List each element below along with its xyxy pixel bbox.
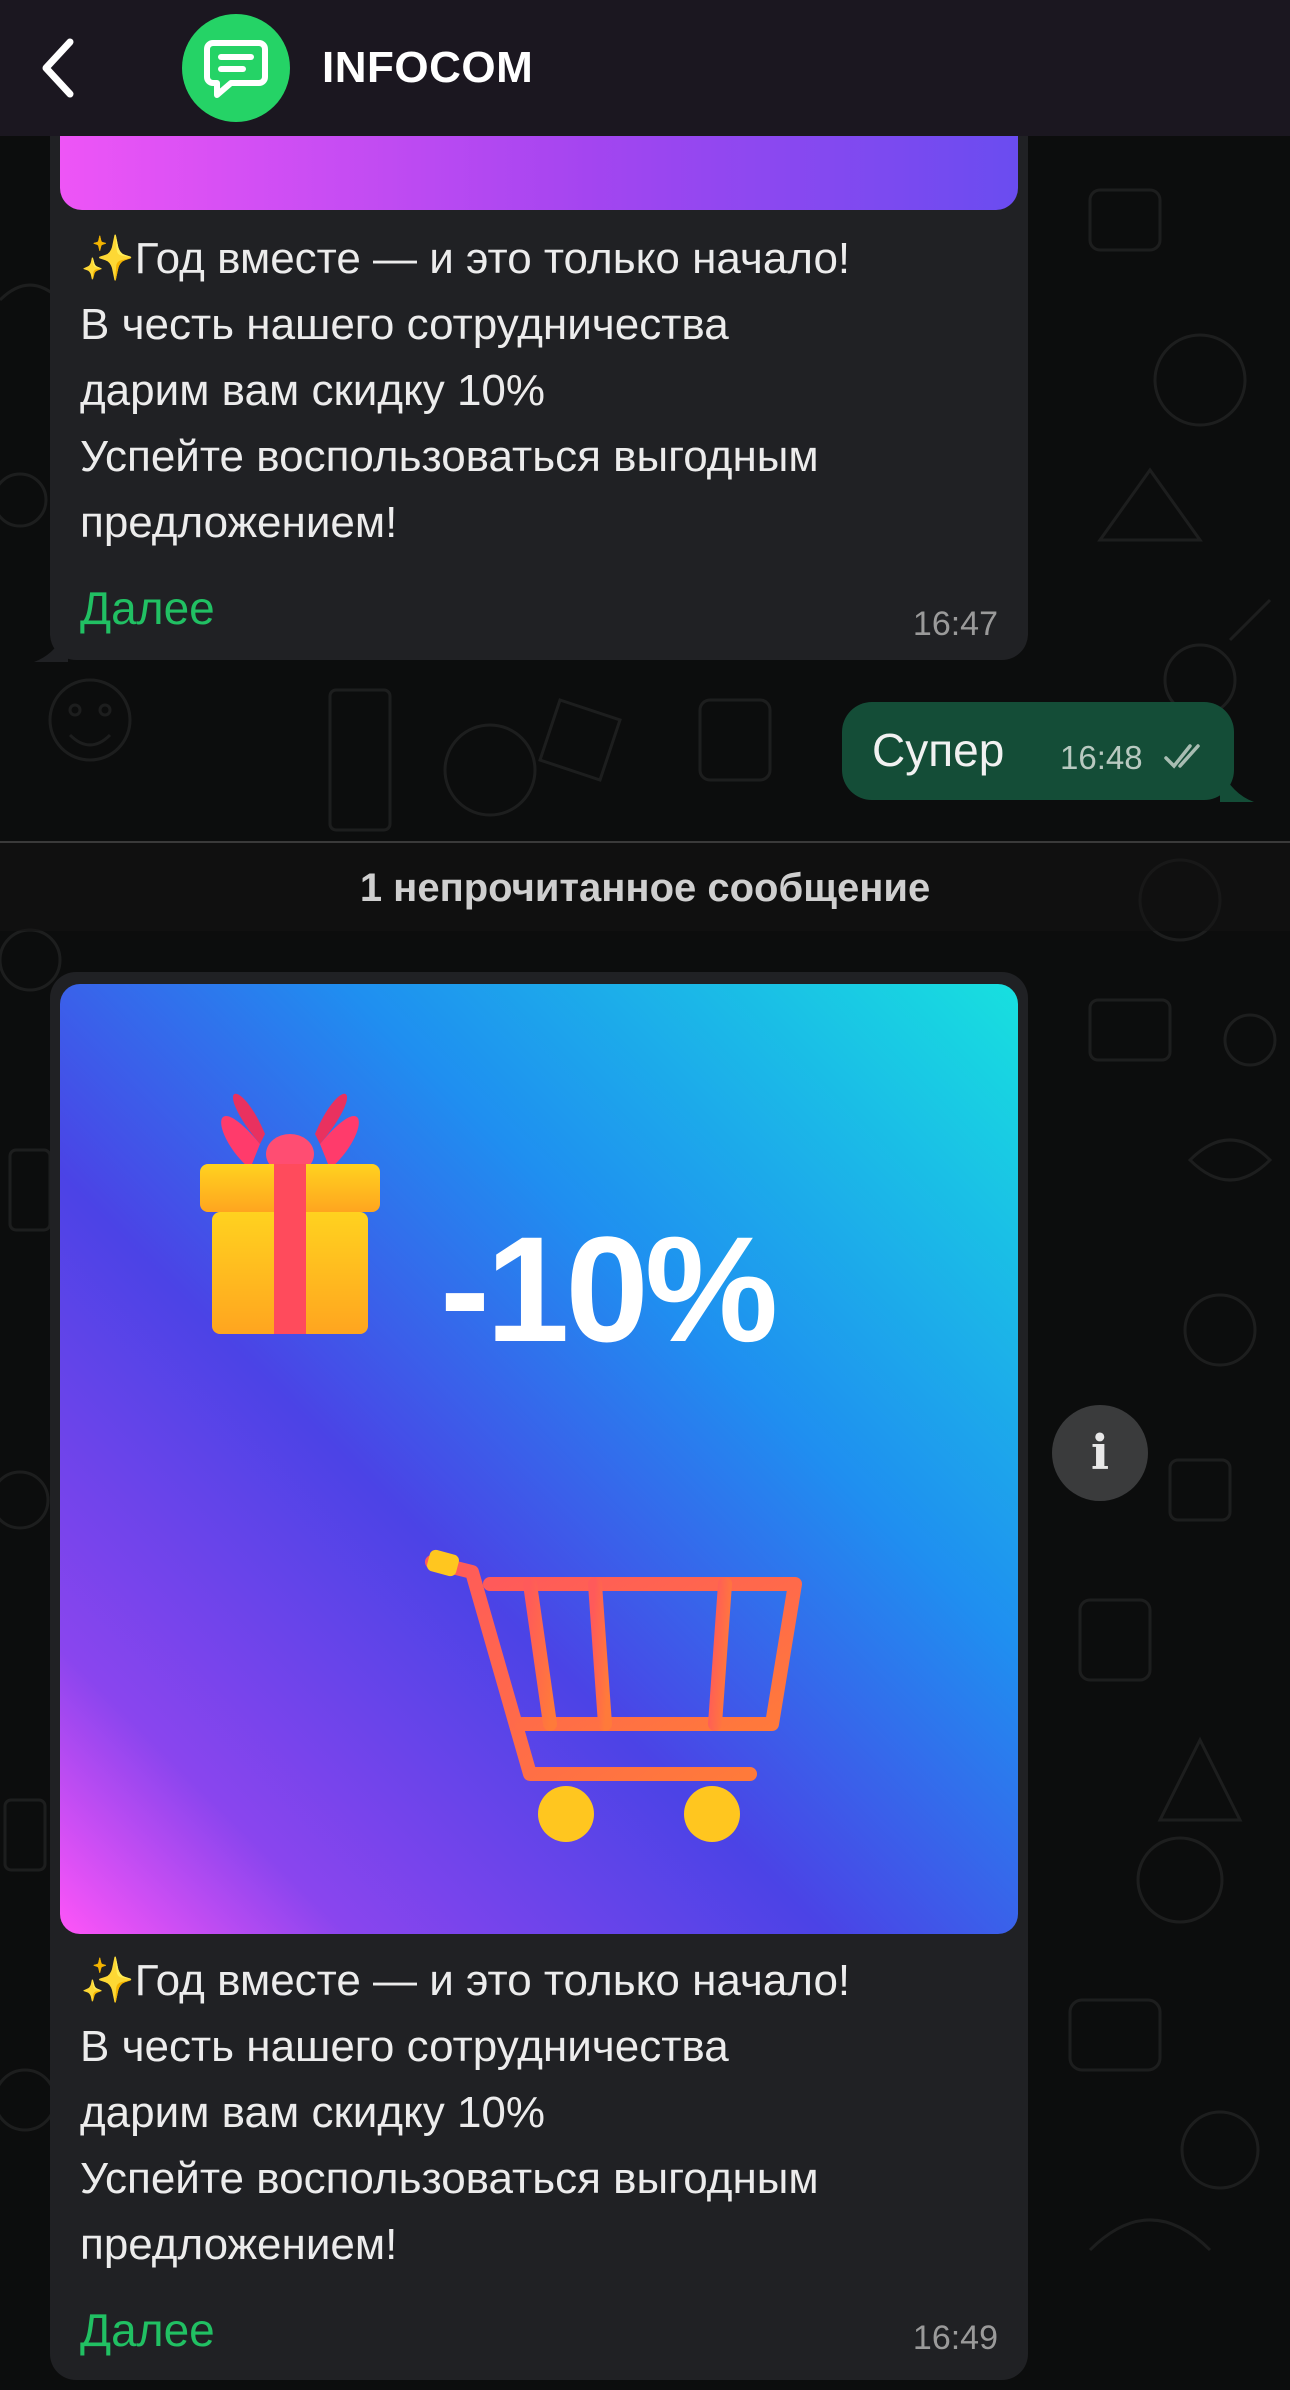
avatar[interactable] [182, 14, 290, 122]
promo-graphic [60, 984, 1018, 1934]
message-time: 16:47 [912, 605, 998, 643]
promo-image[interactable]: -10% [60, 984, 1018, 1934]
chevron-left-icon [42, 38, 74, 98]
discount-label: -10% [440, 1205, 778, 1373]
message-bubble-outgoing[interactable]: Супер 16:48 [842, 702, 1234, 800]
info-button[interactable]: i [1052, 1405, 1148, 1501]
unread-separator: 1 непрочитанное сообщение [0, 843, 1290, 931]
chat-header: INFOCOM [0, 0, 1290, 136]
message-bubble-incoming-1[interactable]: ✨Год вместе — и это только начало! В чес… [50, 110, 1028, 660]
more-link[interactable]: Далее [80, 2302, 215, 2358]
info-icon: i [1090, 1425, 1110, 1481]
message-text: ✨Год вместе — и это только начало! В чес… [80, 1956, 851, 2269]
unread-label: 1 непрочитанное сообщение [359, 866, 931, 910]
back-button[interactable] [28, 28, 88, 108]
chat-bubble-icon [204, 40, 268, 98]
message-bubble-incoming-2[interactable]: -10% ✨Год вместе — и это только начало! … [50, 972, 1028, 2380]
message-time: 16:48 [1060, 739, 1143, 776]
double-check-icon [1164, 744, 1200, 769]
message-text: ✨Год вместе — и это только начало! В чес… [80, 234, 851, 547]
chat-title[interactable]: INFOCOM [322, 40, 533, 96]
bubble-tail [34, 628, 68, 662]
chat-screen: ✨Год вместе — и это только начало! В чес… [0, 0, 1290, 2390]
message-time: 16:49 [912, 2319, 998, 2357]
message-text: Супер [872, 724, 1005, 776]
more-link[interactable]: Далее [80, 580, 215, 636]
bubble-tail-outgoing [1220, 768, 1254, 802]
